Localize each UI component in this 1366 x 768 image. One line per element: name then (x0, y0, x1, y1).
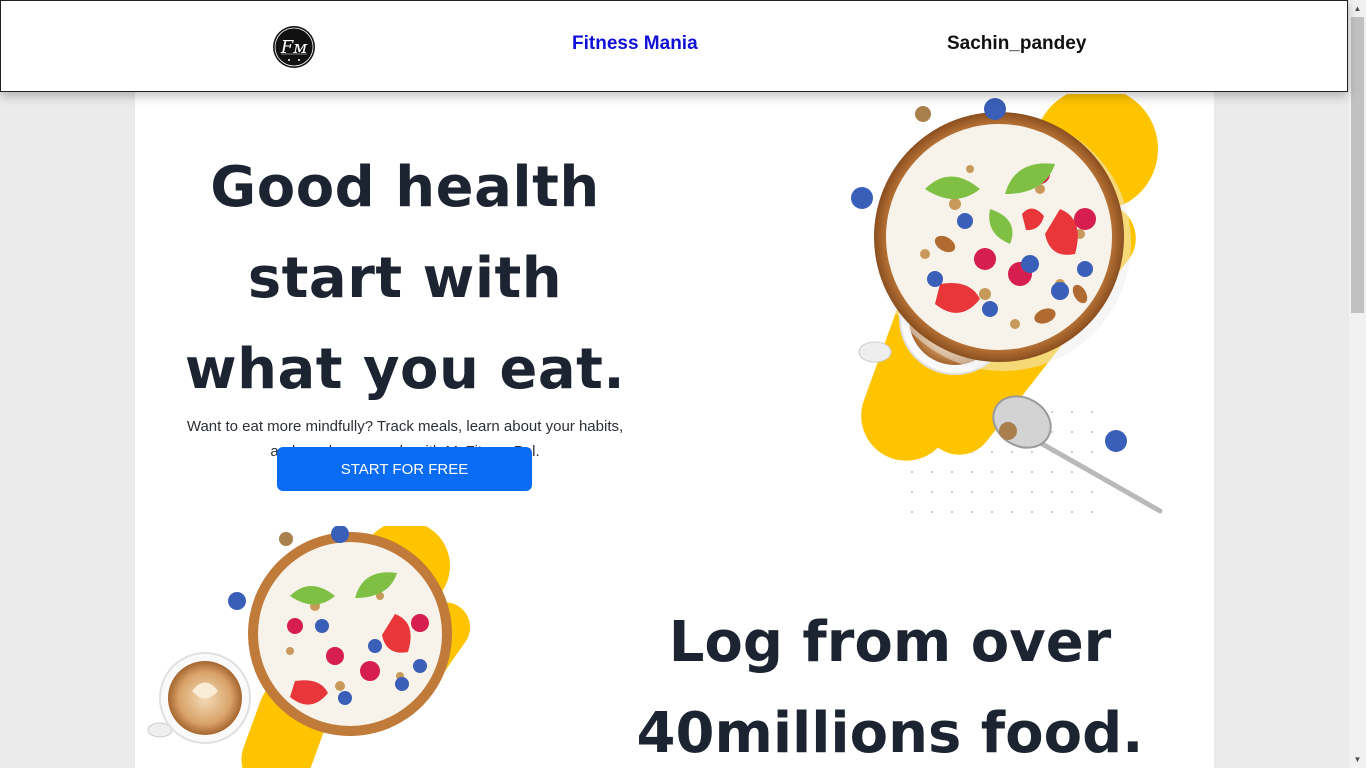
main-content: Good health start with what you eat. Wan… (135, 92, 1214, 768)
scroll-up-arrow-icon[interactable]: ▲ (1349, 0, 1366, 17)
username-label[interactable]: Sachin_pandey (947, 33, 1086, 55)
svg-text:Fᴍ: Fᴍ (280, 37, 308, 58)
breakfast-bowl-illustration (851, 94, 1163, 514)
hero-title-line: Good health (210, 155, 600, 220)
log-title-line: 40millions food. (636, 701, 1144, 766)
scrollbar-thumb[interactable] (1351, 17, 1364, 313)
log-title-line: Log from over (668, 610, 1112, 675)
hero-title-line: start with (247, 246, 563, 311)
fitness-logo-icon[interactable]: Fᴍ (273, 26, 315, 68)
breakfast-bowl-illustration (147, 526, 471, 768)
hero-title-line: what you eat. (184, 337, 626, 402)
start-for-free-button[interactable]: START FOR FREE (277, 447, 532, 491)
hero-title: Good health start with what you eat. (135, 142, 675, 415)
top-navbar: Fᴍ Fitness Mania Sachin_pandey (0, 0, 1348, 92)
scroll-down-arrow-icon[interactable]: ▼ (1349, 751, 1366, 768)
log-foods-title: Log from over 40millions food. (615, 597, 1165, 768)
vertical-scrollbar[interactable]: ▲ ▼ (1349, 0, 1366, 768)
brand-link[interactable]: Fitness Mania (572, 33, 698, 55)
